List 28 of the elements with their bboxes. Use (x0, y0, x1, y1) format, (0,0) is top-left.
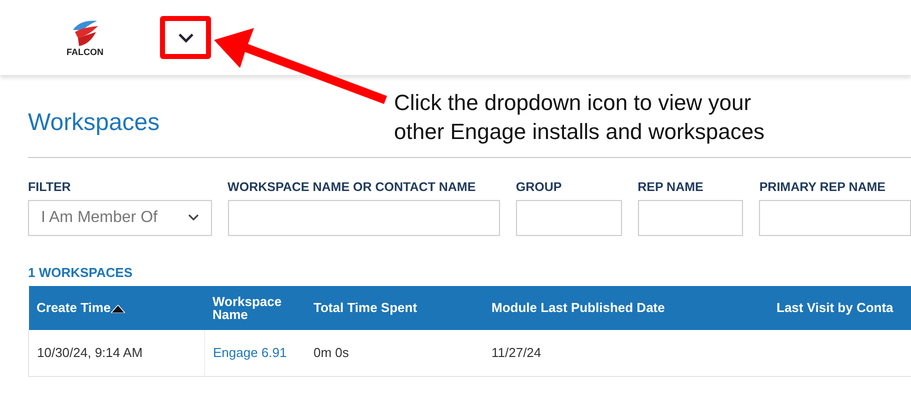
filter-label: GROUP (516, 179, 563, 196)
dropdown-button[interactable] (160, 16, 211, 59)
page-title: Workspaces (28, 111, 160, 135)
result-count: 1 WORKSPACES (28, 264, 134, 282)
filter-input[interactable] (759, 200, 911, 236)
falcon-bird-icon (70, 18, 100, 48)
filter-select[interactable]: I Am Member Of (28, 200, 212, 236)
table-cell: 0m 0s (306, 330, 484, 376)
column-header[interactable]: Module Last Published Date (484, 286, 768, 330)
filter-input[interactable] (516, 200, 622, 236)
column-header[interactable]: Last Visit by Conta (768, 286, 911, 330)
chevron-down-icon (178, 32, 194, 42)
column-header[interactable]: Total Time Spent (306, 286, 484, 330)
column-header[interactable]: Create Time (28, 286, 204, 330)
sort-ascending-icon (110, 304, 125, 313)
chevron-down-icon (188, 214, 199, 222)
filter-input[interactable] (228, 200, 500, 236)
filter-label: REP NAME (638, 179, 704, 196)
filter-label: FILTER (28, 179, 72, 196)
callout-text: Click the dropdown icon to view your other Engage installs and workspaces (394, 89, 766, 146)
filter-label: WORKSPACE NAME OR CONTACT NAME (228, 179, 477, 196)
workspace-link[interactable]: Engage 6.91 (213, 345, 287, 360)
column-header[interactable]: Workspace Name (204, 286, 306, 330)
table-cell: 10/30/24, 9:14 AM (28, 330, 204, 376)
filter-label: PRIMARY REP NAME (759, 179, 887, 196)
filter-input[interactable] (638, 200, 744, 236)
logo-text: FALCON (66, 48, 104, 57)
table-cell: 11/27/24 (484, 330, 768, 376)
